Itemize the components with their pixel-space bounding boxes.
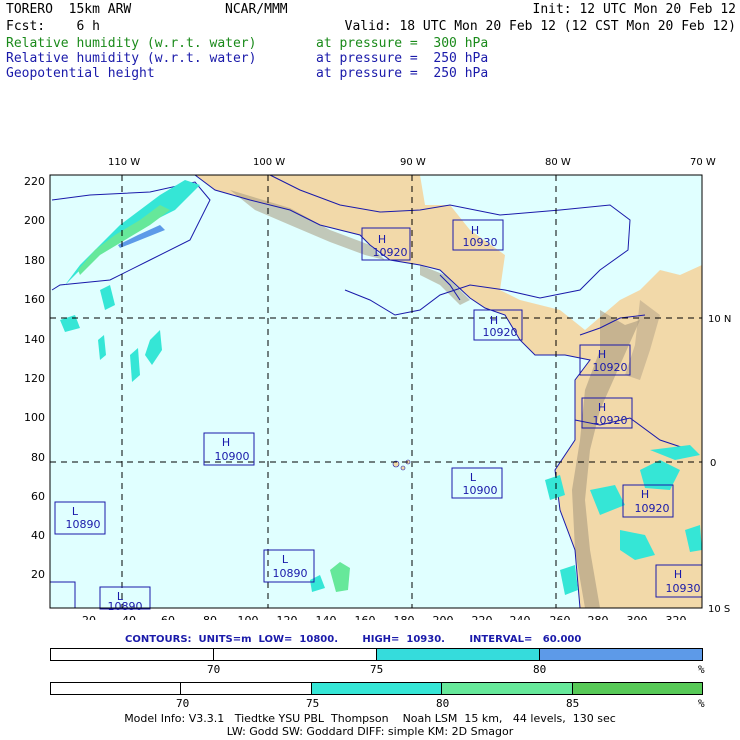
colorbar-segment bbox=[51, 683, 182, 694]
y-tick: 220 bbox=[24, 175, 45, 188]
field-3-name: Geopotential height bbox=[6, 66, 155, 81]
y-tick: 180 bbox=[24, 254, 45, 267]
svg-text:10900: 10900 bbox=[215, 450, 250, 463]
x-tick: 180 bbox=[394, 614, 415, 620]
svg-text:10920: 10920 bbox=[635, 502, 670, 515]
lon-label: 80 W bbox=[545, 157, 571, 168]
y-tick: 40 bbox=[31, 529, 45, 542]
lon-label: 90 W bbox=[400, 157, 426, 168]
y-tick: 140 bbox=[24, 333, 45, 346]
model-info: Model Info: V3.3.1 Tiedtke YSU PBL Thomp… bbox=[124, 712, 616, 725]
svg-text:H: H bbox=[222, 436, 230, 449]
x-tick: 320 bbox=[666, 614, 687, 620]
colorbar-unit: % bbox=[698, 663, 705, 676]
y-tick: 20 bbox=[31, 568, 45, 581]
colorbar-segment bbox=[377, 649, 540, 660]
svg-text:H: H bbox=[598, 401, 606, 414]
x-tick: 220 bbox=[472, 614, 493, 620]
colorbar-300hPa bbox=[50, 682, 703, 695]
init-time: Init: 12 UTC Mon 20 Feb 12 bbox=[532, 2, 737, 17]
y-tick: 160 bbox=[24, 293, 45, 306]
lon-label: 100 W bbox=[253, 157, 285, 168]
colorbar-tick: 80 bbox=[533, 663, 547, 676]
x-tick: 200 bbox=[433, 614, 454, 620]
svg-text:10920: 10920 bbox=[483, 326, 518, 339]
colorbar-segment bbox=[540, 649, 702, 660]
colorbar-unit: % bbox=[698, 697, 705, 710]
lat-label: 10 S bbox=[708, 604, 730, 615]
colorbar-segment bbox=[442, 683, 573, 694]
valid-time: Valid: 18 UTC Mon 20 Feb 12 (12 CST Mon … bbox=[344, 19, 736, 34]
x-tick: 40 bbox=[122, 614, 136, 620]
galapagos-island bbox=[400, 465, 406, 471]
svg-text:10930: 10930 bbox=[666, 582, 701, 595]
colorbar-tick: 70 bbox=[207, 663, 221, 676]
svg-text:10920: 10920 bbox=[373, 246, 408, 259]
contour-info: CONTOURS: UNITS=m LOW= 10800. HIGH= 1093… bbox=[125, 634, 582, 645]
x-tick: 120 bbox=[277, 614, 298, 620]
x-tick: 60 bbox=[161, 614, 175, 620]
y-tick: 80 bbox=[31, 451, 45, 464]
field-1-name: Relative humidity (w.r.t. water) bbox=[6, 36, 257, 51]
svg-text:10890: 10890 bbox=[66, 518, 101, 531]
svg-text:H: H bbox=[598, 348, 606, 361]
field-2-name: Relative humidity (w.r.t. water) bbox=[6, 51, 257, 66]
model-physics: LW: Godd SW: Goddard DIFF: simple KM: 2D… bbox=[226, 725, 514, 738]
lat-label: 0 bbox=[710, 458, 716, 469]
lon-label: 110 W bbox=[108, 157, 140, 168]
field-1-level: at pressure = 300 hPa bbox=[316, 36, 489, 51]
svg-text:H: H bbox=[674, 568, 682, 581]
field-2-level: at pressure = 250 hPa bbox=[316, 51, 489, 66]
svg-text:L: L bbox=[470, 471, 477, 484]
x-tick: 280 bbox=[588, 614, 609, 620]
x-tick: 260 bbox=[550, 614, 571, 620]
lat-label: 10 N bbox=[708, 314, 731, 325]
colorbar-tick: 75 bbox=[370, 663, 384, 676]
x-tick: 140 bbox=[316, 614, 337, 620]
svg-text:10930: 10930 bbox=[463, 236, 498, 249]
y-tick: 120 bbox=[24, 372, 45, 385]
colorbar-segment bbox=[311, 683, 443, 694]
lon-label: 70 W bbox=[690, 157, 716, 168]
svg-text:10900: 10900 bbox=[463, 484, 498, 497]
x-tick: 300 bbox=[627, 614, 648, 620]
colorbar-tick: 75 bbox=[306, 697, 320, 710]
svg-text:10890: 10890 bbox=[108, 600, 143, 613]
colorbar-tick: 85 bbox=[566, 697, 580, 710]
colorbar-segment bbox=[51, 649, 214, 660]
x-tick: 20 bbox=[82, 614, 96, 620]
colorbar-segment bbox=[181, 683, 312, 694]
model-name: TORERO 15km ARW bbox=[6, 2, 132, 17]
y-tick: 200 bbox=[24, 214, 45, 227]
colorbar-tick: 80 bbox=[436, 697, 450, 710]
x-tick: 80 bbox=[203, 614, 217, 620]
svg-text:L: L bbox=[282, 553, 289, 566]
x-tick: 240 bbox=[510, 614, 531, 620]
colorbar-segment bbox=[214, 649, 377, 660]
svg-text:10890: 10890 bbox=[273, 567, 308, 580]
svg-text:10920: 10920 bbox=[593, 361, 628, 374]
field-3-level: at pressure = 250 hPa bbox=[316, 66, 489, 81]
weather-map: 110 W 100 W 90 W 80 W 70 W H10920 H10930… bbox=[24, 157, 731, 620]
y-tick: 60 bbox=[31, 490, 45, 503]
svg-text:H: H bbox=[641, 488, 649, 501]
forecast-hour: Fcst: 6 h bbox=[6, 19, 100, 34]
svg-text:10920: 10920 bbox=[593, 414, 628, 427]
colorbar-tick: 70 bbox=[176, 697, 190, 710]
org-name: NCAR/MMM bbox=[225, 2, 288, 17]
colorbar-segment bbox=[572, 683, 703, 694]
x-tick: 100 bbox=[238, 614, 259, 620]
x-tick: 160 bbox=[355, 614, 376, 620]
y-tick: 100 bbox=[24, 411, 45, 424]
colorbar-250hPa bbox=[50, 648, 703, 661]
svg-text:L: L bbox=[72, 505, 79, 518]
svg-text:H: H bbox=[378, 233, 386, 246]
